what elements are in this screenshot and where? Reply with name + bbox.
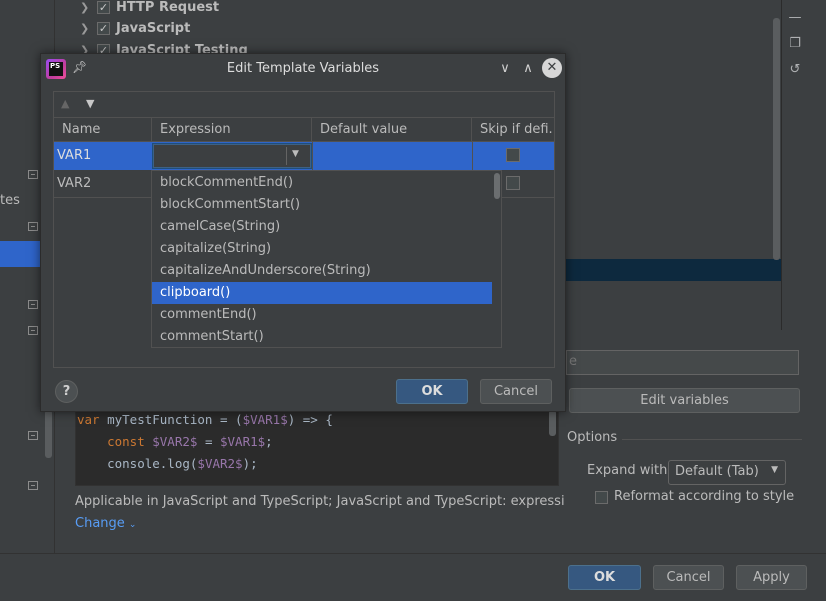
expand-with-select[interactable]: Default (Tab) ▼ [668, 460, 786, 485]
editor-scrollbar[interactable] [549, 410, 556, 436]
remove-icon[interactable]: — [788, 10, 802, 25]
cell-divider [472, 142, 473, 170]
minimize-icon[interactable]: ∨ [495, 59, 515, 79]
left-scrollbar[interactable] [45, 410, 52, 458]
reformat-label: Reformat according to style [614, 489, 795, 504]
tree-item-javascript[interactable]: ❯ ✓ JavaScript [80, 17, 190, 39]
description-input[interactable]: e [566, 350, 799, 375]
edit-variables-button[interactable]: Edit variables [569, 388, 800, 413]
options-heading: Options [567, 430, 618, 445]
tree-item-label: HTTP Request [116, 0, 220, 15]
template-group-icon [28, 431, 38, 440]
expression-completion-popup: blockCommentEnd() blockCommentStart() ca… [151, 170, 502, 348]
dialog-cancel-button[interactable]: Cancel [480, 379, 552, 404]
template-group-icon [28, 481, 38, 490]
variable-name-cell[interactable]: VAR1 [54, 142, 152, 170]
dialog-titlebar: PS 📌︎ Edit Template Variables ∨ ∧ ✕ [41, 54, 565, 84]
settings-ok-button[interactable]: OK [568, 565, 641, 590]
default-value-cell[interactable] [313, 142, 472, 170]
restore-icon[interactable]: ↺ [788, 62, 802, 77]
tree-selected-row[interactable] [566, 259, 782, 281]
dialog-ok-button[interactable]: OK [396, 379, 468, 404]
column-header-name[interactable]: Name [54, 118, 152, 142]
maximize-icon[interactable]: ∧ [518, 59, 538, 79]
template-group-icon [28, 170, 38, 179]
move-down-icon[interactable]: ▼ [86, 97, 94, 110]
variable-name-cell[interactable]: VAR2 [54, 170, 152, 198]
completion-item[interactable]: commentEnd() [152, 304, 492, 326]
template-group-icon [28, 222, 38, 231]
skip-if-defined-checkbox[interactable] [506, 176, 520, 190]
expression-combo[interactable]: ▼ [153, 144, 311, 168]
combo-separator [286, 147, 287, 165]
skip-if-defined-checkbox[interactable] [506, 148, 520, 162]
tree-border [781, 0, 782, 330]
tree-scrollbar[interactable] [773, 18, 780, 260]
template-group-icon [28, 326, 38, 335]
completion-item-selected[interactable]: clipboard() [152, 282, 492, 304]
column-header-default-value[interactable]: Default value [312, 118, 472, 142]
completion-item[interactable]: blockCommentStart() [152, 194, 492, 216]
settings-apply-button[interactable]: Apply [736, 565, 807, 590]
dialog-title: Edit Template Variables [226, 61, 380, 76]
left-panel-partial-text: tes [0, 193, 20, 208]
completion-item[interactable]: capitalizeAndUnderscore(String) [152, 260, 492, 282]
chevron-down-icon: ▼ [771, 465, 778, 475]
chevron-down-icon: ⌄ [128, 520, 137, 530]
completion-item[interactable]: blockCommentEnd() [152, 172, 492, 194]
change-link[interactable]: Change ⌄ [75, 516, 136, 531]
chevron-down-icon[interactable]: ▼ [292, 149, 299, 159]
copy-icon[interactable]: ❐ [788, 36, 802, 51]
move-up-icon[interactable]: ▲ [61, 97, 69, 110]
reformat-checkbox[interactable] [595, 491, 608, 504]
settings-cancel-button[interactable]: Cancel [653, 565, 724, 590]
tree-item-http-request[interactable]: ❯ ✓ HTTP Request [80, 0, 219, 18]
table-row[interactable]: VAR1 ▼ [54, 142, 554, 170]
completion-item[interactable]: capitalize(String) [152, 238, 492, 260]
applicable-contexts-text: Applicable in JavaScript and TypeScript;… [75, 494, 565, 509]
template-text-editor[interactable]: var myTestFunction = ($VAR1$) => { const… [75, 408, 559, 486]
chevron-right-icon[interactable]: ❯ [80, 22, 94, 35]
tree-item-checkbox[interactable]: ✓ [97, 0, 110, 14]
table-header: Name Expression Default value Skip if de… [54, 118, 554, 142]
tree-item-checkbox[interactable]: ✓ [97, 21, 110, 35]
column-header-skip[interactable]: Skip if defi... [472, 118, 554, 142]
options-divider [622, 439, 802, 440]
close-icon[interactable]: ✕ [542, 58, 562, 78]
completion-item[interactable]: camelCase(String) [152, 216, 492, 238]
column-header-expression[interactable]: Expression [152, 118, 312, 142]
tree-item-label: JavaScript [116, 20, 191, 36]
template-group-icon [28, 300, 38, 309]
popup-scrollbar[interactable] [494, 173, 500, 199]
chevron-right-icon[interactable]: ❯ [80, 1, 94, 14]
completion-item[interactable]: commentStart() [152, 326, 492, 347]
expand-with-label: Expand with [587, 463, 668, 478]
help-button[interactable]: ? [55, 380, 78, 403]
edit-template-variables-dialog: PS 📌︎ Edit Template Variables ∨ ∧ ✕ ▲ ▼ … [40, 53, 566, 412]
table-toolbar: ▲ ▼ [54, 92, 554, 118]
left-panel-selected-item[interactable] [0, 241, 40, 267]
